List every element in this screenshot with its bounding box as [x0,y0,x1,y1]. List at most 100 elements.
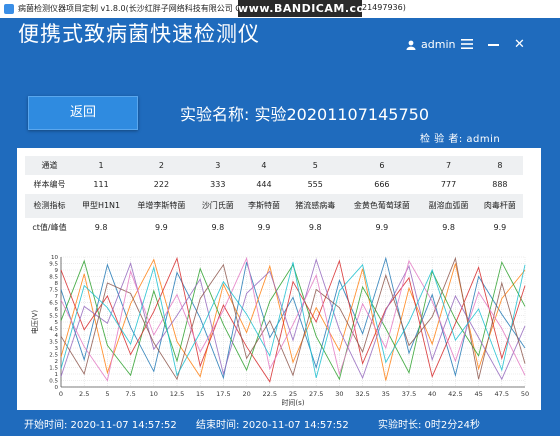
x-tick-label: 10 [150,390,158,398]
y-tick-label: 3.5 [49,340,58,346]
x-tick-label: 0 [59,390,63,398]
table-cell: 6 [343,156,421,175]
y-tick-label: 4.5 [49,327,58,333]
y-tick-label: 8.5 [49,275,58,281]
table-cell: 666 [343,175,421,194]
table-cell: 单增李斯特菌 [128,194,195,218]
table-cell: ct值/峰值 [25,218,75,237]
recording-watermark: www.BANDICAM.com [238,0,377,17]
table-cell: 888 [476,175,523,194]
x-tick-label: 2.5 [79,390,89,398]
voltage-chart: 0 2.5 5 7.5 10 12.5 15 17.5 20 22.5 25 27.5 30 32.5 35… [30,255,529,407]
x-tick-label: 32.5 [355,390,369,398]
table-row: 样本编号 111 222 333 444 555 666 777 888 [25,175,523,194]
window-title: 病菌检测仪器项目定制 v1.8.0(长沙红胖子网络科技有限公司 QQ2 [18,4,253,13]
status-footer: 开始时间: 2020-11-07 14:57:52 结束时间: 2020-11-… [0,412,560,436]
x-axis-label: 时间(s) [281,398,304,407]
app-title: 便携式致病菌快速检测仪 [18,22,260,46]
user-name[interactable]: admin [421,38,455,51]
y-tick-label: 6.5 [49,301,58,307]
x-tick-label: 15 [196,390,204,398]
table-cell: 5 [287,156,344,175]
x-tick-label: 37.5 [402,390,416,398]
y-tick-label: 9.5 [49,262,58,268]
y-tick-label: 5 [55,320,59,326]
table-cell: 1 [74,156,129,175]
table-cell: 111 [74,175,129,194]
table-cell: 猪流感病毒 [287,194,344,218]
x-tick-label: 20 [242,390,250,398]
y-tick-label: 1.5 [49,366,58,372]
table-cell: 金黄色葡萄球菌 [343,194,421,218]
table-cell: 9.9 [476,218,523,237]
y-tick-label: 2.5 [49,353,58,359]
x-tick-label: 17.5 [216,390,230,398]
x-tick-label: 25 [289,390,297,398]
menu-icon[interactable] [461,39,473,49]
table-cell: 9.9 [240,218,288,237]
y-tick-label: 0.5 [49,379,58,385]
table-cell: 3 [194,156,241,175]
table-cell: 副溶血弧菌 [420,194,477,218]
table-cell: 9.8 [287,218,344,237]
y-tick-label: 6 [55,307,59,313]
back-button[interactable]: 返回 [28,96,138,130]
table-cell: 通道 [25,156,75,175]
table-cell: 7 [420,156,477,175]
table-cell: 9.9 [343,218,421,237]
minimize-icon[interactable] [488,44,499,46]
x-tick-label: 7.5 [125,390,135,398]
table-cell: 沙门氏菌 [194,194,241,218]
y-tick-label: 10 [51,255,58,261]
y-tick-label: 4 [55,333,59,339]
table-cell: 9.9 [128,218,195,237]
table-cell: 4 [240,156,288,175]
y-tick-label: 9 [55,268,59,274]
table-cell: 222 [128,175,195,194]
y-tick-label: 3 [55,346,59,352]
start-time: 开始时间: 2020-11-07 14:57:52 [24,420,177,431]
table-cell: 9.8 [194,218,241,237]
x-tick-label: 35 [382,390,390,398]
x-tick-label: 45 [474,390,482,398]
x-tick-label: 47.5 [495,390,509,398]
y-tick-label: 0 [55,385,59,391]
y-tick-label: 7 [55,294,59,300]
results-panel: 通道 1 2 3 4 5 6 7 8 样本编号 111 222 333 444 … [17,148,541,410]
table-cell: 检测指标 [25,194,75,218]
table-cell: 李斯特菌 [240,194,288,218]
x-tick-label: 12.5 [170,390,184,398]
table-row: 通道 1 2 3 4 5 6 7 8 [25,156,523,175]
table-cell: 肉毒杆菌 [476,194,523,218]
window-title-tail: 21497936) [362,3,406,12]
table-cell: 555 [287,175,344,194]
x-tick-label: 27.5 [309,390,323,398]
x-tick-label: 40 [428,390,436,398]
table-cell: 样本编号 [25,175,75,194]
table-row: 检测指标 甲型H1N1 单增李斯特菌 沙门氏菌 李斯特菌 猪流感病毒 金黄色葡萄… [25,194,523,218]
close-icon[interactable]: ✕ [514,38,525,51]
x-tick-label: 22.5 [263,390,277,398]
inspector-label: 检 验 者: admin [420,134,501,145]
table-row: ct值/峰值 9.8 9.9 9.8 9.9 9.8 9.9 9.8 9.9 [25,218,523,237]
duration: 实验时长: 0时2分24秒 [378,420,480,431]
x-tick-label: 30 [335,390,343,398]
y-tick-label: 1 [55,372,59,378]
table-cell: 333 [194,175,241,194]
experiment-name: 实验名称: 实验20201107145750 [180,105,429,124]
table-cell: 甲型H1N1 [74,194,129,218]
y-tick-label: 5.5 [49,314,58,320]
x-tick-label: 50 [521,390,529,398]
table-cell: 9.8 [74,218,129,237]
channel-table: 通道 1 2 3 4 5 6 7 8 样本编号 111 222 333 444 … [25,156,523,237]
app-icon [4,4,14,14]
user-icon [406,40,416,50]
table-cell: 2 [128,156,195,175]
end-time: 结束时间: 2020-11-07 14:57:52 [196,420,349,431]
x-tick-label: 5 [105,390,109,398]
x-tick-label: 42.5 [448,390,462,398]
table-cell: 777 [420,175,477,194]
window-titlebar: 病菌检测仪器项目定制 v1.8.0(长沙红胖子网络科技有限公司 QQ2 www.… [0,0,560,19]
table-cell: 8 [476,156,523,175]
table-cell: 9.8 [420,218,477,237]
